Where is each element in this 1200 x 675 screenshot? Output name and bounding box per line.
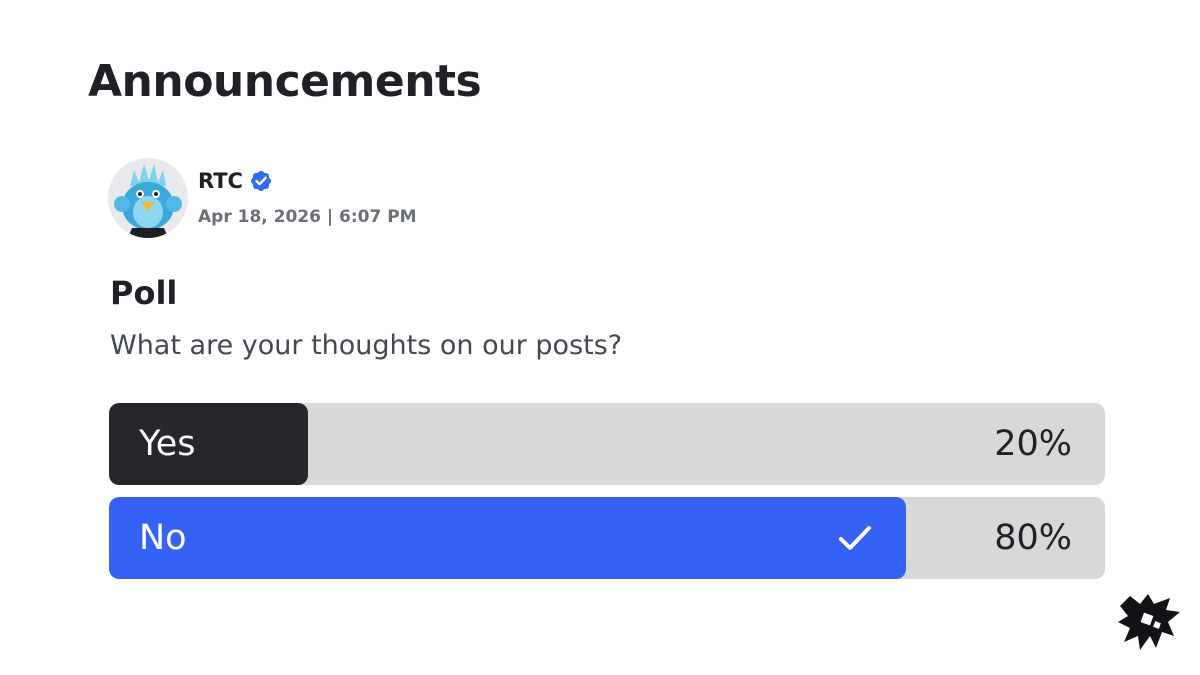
post-author: RTC Apr 18, 2026 | 6:07 PM [108, 158, 417, 238]
bird-logo-icon [1114, 592, 1184, 656]
poll-option-fill [109, 497, 906, 579]
poll-option-percent: 20% [994, 424, 1072, 464]
author-name[interactable]: RTC [198, 169, 243, 193]
poll-option-no[interactable]: No 80% [109, 497, 1105, 579]
post-timestamp: Apr 18, 2026 | 6:07 PM [198, 207, 417, 227]
author-name-line: RTC [198, 169, 417, 193]
page-title: Announcements [88, 56, 482, 107]
verified-check-icon [250, 170, 272, 192]
avatar[interactable] [108, 158, 188, 238]
check-icon [836, 519, 874, 557]
poll-label: Poll [110, 274, 178, 312]
announcement-page: Announcements RTC Apr 18, 2026 | 6:07 PM… [0, 0, 1200, 675]
poll-option-label: Yes [139, 424, 196, 464]
poll-question: What are your thoughts on our posts? [110, 330, 623, 361]
poll-option-percent: 80% [994, 518, 1072, 558]
author-meta: RTC Apr 18, 2026 | 6:07 PM [198, 169, 417, 227]
penguin-avatar-icon [108, 158, 188, 238]
poll-option-yes[interactable]: Yes 20% [109, 403, 1105, 485]
poll-option-label: No [139, 518, 187, 558]
